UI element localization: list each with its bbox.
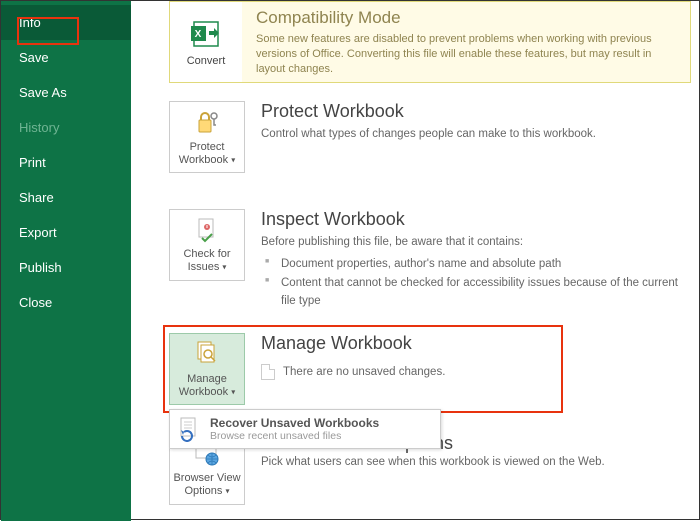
sidebar-item-share[interactable]: Share [1, 180, 131, 215]
chevron-down-icon: ▾ [222, 262, 226, 271]
convert-label: Convert [187, 55, 226, 67]
compatibility-text: Some new features are disabled to preven… [256, 32, 676, 77]
chevron-down-icon: ▾ [225, 486, 229, 495]
convert-button[interactable]: X Convert [170, 2, 242, 82]
inspect-section: Check for Issues ▾ Inspect Workbook Befo… [169, 209, 679, 312]
svg-text:X: X [195, 29, 202, 40]
list-item: Content that cannot be checked for acces… [261, 275, 679, 310]
sidebar-item-history: History [1, 110, 131, 145]
compatibility-banner: X Convert Compatibility Mode Some new fe… [169, 1, 691, 83]
excel-convert-icon: X [189, 17, 223, 51]
content-pane: X Convert Compatibility Mode Some new fe… [131, 1, 699, 519]
protect-desc: Control what types of changes people can… [261, 126, 679, 142]
manage-workbook-button[interactable]: Manage Workbook ▾ [169, 333, 245, 405]
popup-text: Recover Unsaved Workbooks Browse recent … [210, 416, 379, 442]
recover-document-icon [176, 416, 202, 442]
compatibility-title: Compatibility Mode [256, 8, 676, 28]
list-item: Document properties, author's name and a… [261, 256, 679, 273]
sidebar-item-print[interactable]: Print [1, 145, 131, 180]
inspect-title: Inspect Workbook [261, 209, 679, 230]
sidebar-item-info[interactable]: Info [1, 5, 131, 40]
sidebar-item-save-as[interactable]: Save As [1, 75, 131, 110]
manage-card-label: Manage Workbook [179, 373, 228, 398]
compatibility-body: Compatibility Mode Some new features are… [242, 2, 690, 82]
inspect-document-icon [193, 216, 221, 244]
document-icon [261, 364, 275, 380]
check-for-issues-button[interactable]: Check for Issues ▾ [169, 209, 245, 281]
sidebar-item-save[interactable]: Save [1, 40, 131, 75]
sidebar-item-publish[interactable]: Publish [1, 250, 131, 285]
chevron-down-icon: ▾ [231, 387, 235, 396]
browser-desc: Pick what users can see when this workbo… [261, 454, 679, 470]
manage-workbook-icon [192, 339, 222, 369]
window: Info Save Save As History Print Share Ex… [0, 0, 700, 520]
inspect-list: Document properties, author's name and a… [261, 256, 679, 310]
lock-key-icon [192, 107, 222, 137]
inspect-desc: Before publishing this file, be aware th… [261, 234, 679, 250]
protect-section: Protect Workbook ▾ Protect Workbook Cont… [169, 101, 679, 173]
manage-section: Manage Workbook ▾ Manage Workbook There … [169, 333, 679, 405]
no-unsaved-row: There are no unsaved changes. [261, 364, 679, 380]
no-unsaved-text: There are no unsaved changes. [283, 366, 445, 378]
protect-workbook-button[interactable]: Protect Workbook ▾ [169, 101, 245, 173]
manage-title: Manage Workbook [261, 333, 679, 354]
popup-title: Recover Unsaved Workbooks [210, 416, 379, 430]
sidebar-item-close[interactable]: Close [1, 285, 131, 320]
recover-unsaved-menu-item[interactable]: Recover Unsaved Workbooks Browse recent … [169, 409, 441, 449]
protect-title: Protect Workbook [261, 101, 679, 122]
protect-card-label: Protect Workbook [179, 141, 228, 166]
sidebar-item-export[interactable]: Export [1, 215, 131, 250]
chevron-down-icon: ▾ [231, 155, 235, 164]
popup-subtitle: Browse recent unsaved files [210, 430, 379, 442]
backstage-sidebar: Info Save Save As History Print Share Ex… [1, 1, 131, 521]
browser-card-label: Browser View Options [173, 472, 240, 497]
